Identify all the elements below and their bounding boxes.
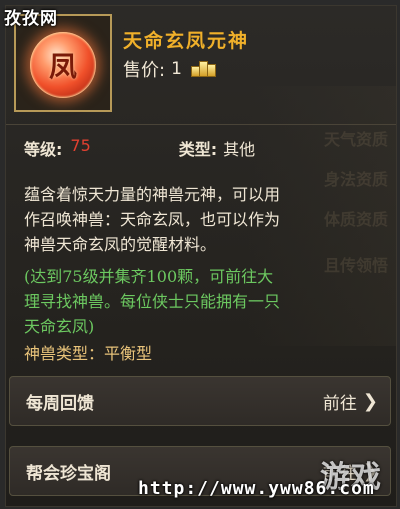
price-label: 售价: xyxy=(123,60,166,81)
go-label: 前往 xyxy=(322,393,357,414)
note-line: 理寻找神兽。每位侠士只能拥有一只 xyxy=(24,292,281,311)
watermark-url: http://www.yww86.com xyxy=(138,478,375,499)
level-stat: 等级: 75 xyxy=(24,136,91,160)
chevron-right-icon: ❯ xyxy=(362,390,378,412)
weekly-reward-label: 每周回馈 xyxy=(26,393,94,414)
type-value: 其他 xyxy=(223,140,256,159)
price-row: 售价: 1 xyxy=(123,56,216,82)
price-value: 1 xyxy=(171,59,182,79)
description-line: 作召唤神兽：天命玄凤，也可以作为 xyxy=(24,210,281,229)
item-detail-panel: 天气资质 身法资质 体质资质 且传领悟 凤 天命玄凤元神 售价: 1 等级: 7… xyxy=(5,5,397,507)
watermark-site-name: 孜孜网 xyxy=(4,9,58,29)
description-line: 神兽天命玄凤的觉醒材料。 xyxy=(24,235,217,254)
item-stats: 等级: 75 类型: 其他 xyxy=(24,136,255,160)
type-label: 类型: xyxy=(178,140,218,159)
gold-ingot-icon xyxy=(190,61,216,77)
item-icon-glyph: 凤 xyxy=(48,50,77,83)
note-line: (达到75级并集齐100颗，可前往大 xyxy=(24,267,274,286)
level-value: 75 xyxy=(70,136,91,155)
item-description: 蕴含着惊天力量的神兽元神，可以用 作召唤神兽：天命玄凤，也可以作为 神兽天命玄凤… xyxy=(24,182,384,257)
type-stat: 类型: 其他 xyxy=(179,136,255,160)
beast-type: 神兽类型：平衡型 xyxy=(24,344,153,363)
weekly-reward-button[interactable]: 每周回馈 前往 ❯ xyxy=(9,376,391,426)
item-name: 天命玄凤元神 xyxy=(123,30,250,52)
go-link[interactable]: 前往 ❯ xyxy=(323,389,378,414)
level-label: 等级: xyxy=(24,140,63,159)
background-text: 天气资质 xyxy=(323,130,388,149)
divider xyxy=(6,124,396,125)
phoenix-orb-icon: 凤 xyxy=(30,32,96,98)
note-line: 天命玄凤) xyxy=(24,317,95,336)
unlock-note: (达到75级并集齐100颗，可前往大 理寻找神兽。每位侠士只能拥有一只 天命玄凤… xyxy=(24,264,392,339)
guild-treasure-label: 帮会珍宝阁 xyxy=(26,463,111,484)
description-line: 蕴含着惊天力量的神兽元神，可以用 xyxy=(24,185,281,204)
